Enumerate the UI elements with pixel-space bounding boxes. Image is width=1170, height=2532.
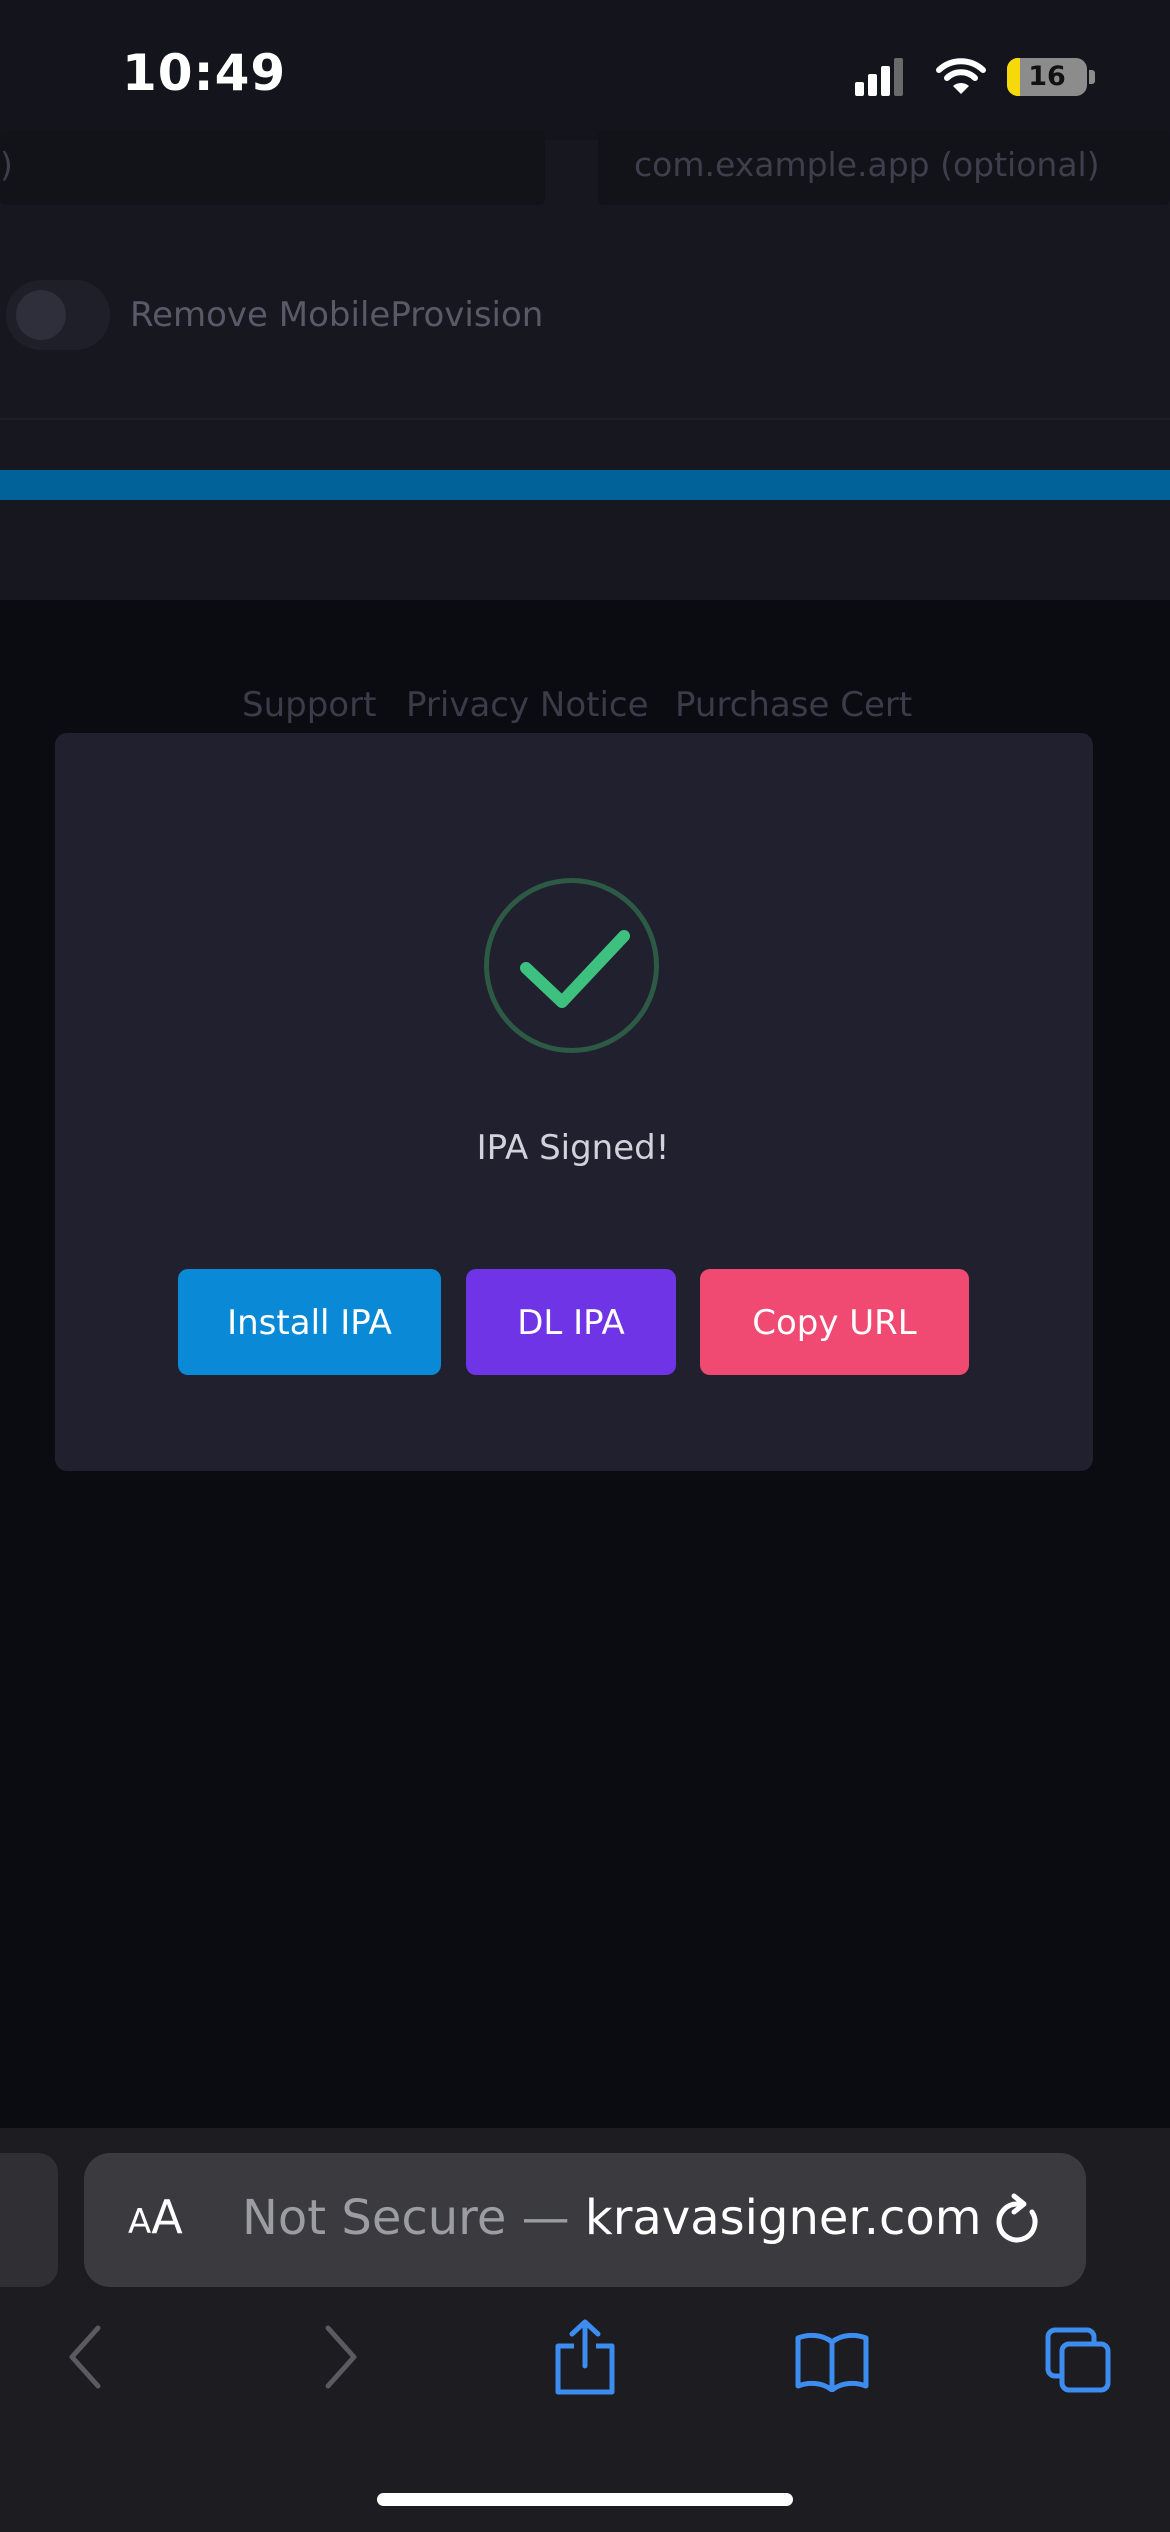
signer-form-background xyxy=(0,140,1170,600)
url-domain: kravasigner.com xyxy=(584,2190,982,2246)
copy-url-button[interactable]: Copy URL xyxy=(700,1269,969,1375)
back-icon[interactable] xyxy=(66,2324,106,2390)
download-ipa-button[interactable]: DL IPA xyxy=(466,1269,676,1375)
status-time: 10:49 xyxy=(122,44,287,102)
battery-icon: 16 xyxy=(1007,58,1087,96)
page-settings-button[interactable]: AA xyxy=(128,2190,183,2244)
aa-large-label: A xyxy=(151,2190,183,2244)
left-input-field[interactable]: ) xyxy=(0,130,545,205)
checkmark-icon xyxy=(520,930,630,1008)
install-ipa-button[interactable]: Install IPA xyxy=(178,1269,441,1375)
previous-tab-preview[interactable] xyxy=(0,2153,58,2287)
progress-fill xyxy=(0,470,1170,500)
battery-percent: 16 xyxy=(1028,61,1066,92)
reload-icon[interactable] xyxy=(992,2190,1044,2250)
remove-mobileprovision-toggle[interactable] xyxy=(6,280,110,350)
left-input-fragment: ) xyxy=(0,145,13,184)
cellular-signal-icon xyxy=(855,58,915,98)
battery-tip xyxy=(1089,70,1095,84)
share-icon[interactable] xyxy=(552,2318,618,2396)
signing-progress-bar xyxy=(0,470,1170,500)
security-warning: Not Secure — xyxy=(242,2190,585,2246)
modal-title: IPA Signed! xyxy=(476,1128,670,1168)
toggle-knob xyxy=(16,290,66,340)
remove-mobileprovision-label: Remove MobileProvision xyxy=(130,295,544,335)
bundle-id-input[interactable]: com.example.app (optional) xyxy=(598,130,1170,205)
footer-link-support[interactable]: Support xyxy=(242,685,376,725)
bookmarks-icon[interactable] xyxy=(794,2330,870,2392)
footer-link-purchase-cert[interactable]: Purchase Cert xyxy=(675,685,912,725)
forward-icon[interactable] xyxy=(320,2324,360,2390)
aa-small-label: A xyxy=(128,2202,152,2242)
footer-link-privacy[interactable]: Privacy Notice xyxy=(406,685,649,725)
tabs-icon[interactable] xyxy=(1044,2326,1114,2396)
wifi-icon xyxy=(936,58,986,94)
divider xyxy=(0,418,1170,420)
url-text[interactable]: Not Secure — kravasigner.com xyxy=(242,2190,982,2246)
bundle-id-placeholder: com.example.app (optional) xyxy=(634,145,1100,184)
home-indicator xyxy=(377,2493,793,2506)
